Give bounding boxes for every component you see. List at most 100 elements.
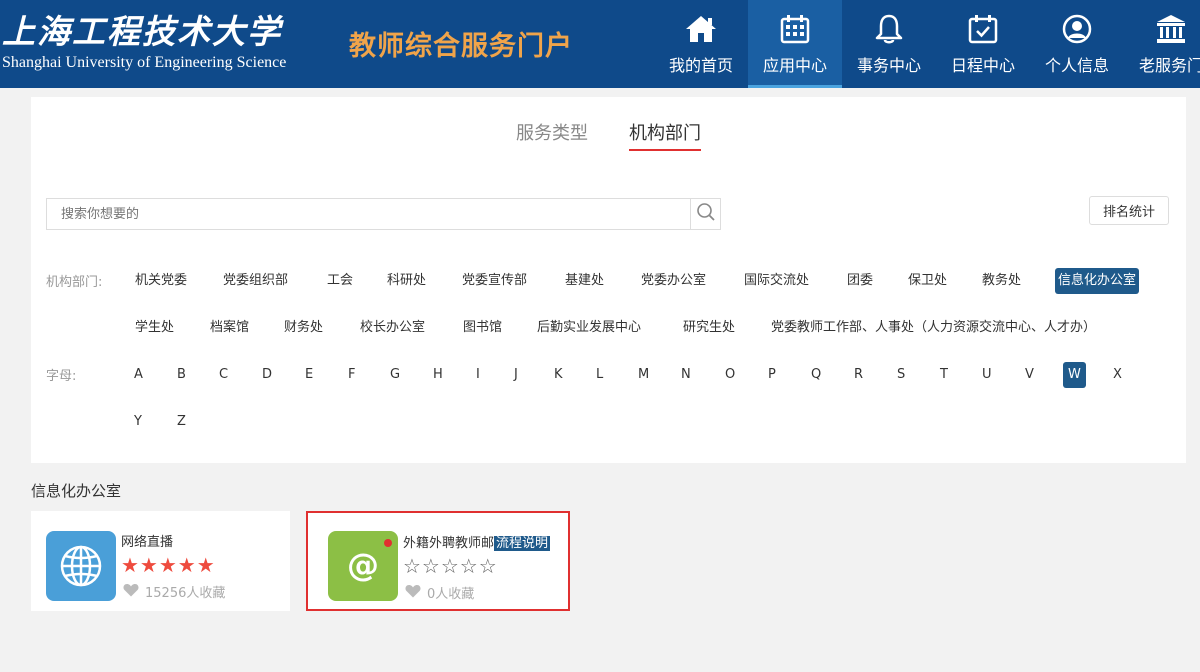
nav-item-old-portal[interactable]: 老服务门 bbox=[1124, 0, 1200, 88]
logo-english-name: Shanghai University of Engineering Scien… bbox=[2, 54, 287, 71]
nav-item-affairs[interactable]: 事务中心 bbox=[842, 0, 936, 88]
tab-department[interactable]: 机构部门 bbox=[629, 119, 702, 151]
letter-chip[interactable]: E bbox=[302, 362, 316, 388]
letter-chip[interactable]: H bbox=[430, 362, 446, 388]
portal-title: 教师综合服务门户 bbox=[349, 31, 573, 62]
dept-chip[interactable]: 科研处 bbox=[384, 268, 429, 294]
app-name[interactable]: 网络直播 bbox=[121, 531, 173, 550]
search-icon bbox=[696, 202, 716, 226]
dept-chip[interactable]: 教务处 bbox=[979, 268, 1024, 294]
app-card-live-stream[interactable]: 网络直播 ★★★★★ 15256人收藏 bbox=[31, 511, 290, 611]
dept-chip-active[interactable]: 信息化办公室 bbox=[1055, 268, 1140, 294]
dept-chip[interactable]: 图书馆 bbox=[460, 315, 505, 341]
calendar-grid-icon bbox=[778, 12, 812, 46]
dept-chip[interactable]: 机关党委 bbox=[132, 268, 190, 294]
letter-chip[interactable]: T bbox=[937, 362, 951, 388]
letter-chip[interactable]: I bbox=[473, 362, 483, 388]
letter-chip[interactable]: U bbox=[979, 362, 995, 388]
dept-chip[interactable]: 档案馆 bbox=[207, 315, 252, 341]
rating-stars: ★★★★★ bbox=[121, 553, 216, 577]
app-name[interactable]: 外籍外聘教师邮 流程说明 bbox=[403, 532, 551, 551]
letter-chip[interactable]: C bbox=[216, 362, 231, 388]
filter-panel: 服务类型 机构部门 排名统计 机构部门: 字母: 机关党委 党委组织部 工会 科… bbox=[31, 97, 1186, 463]
letter-chip[interactable]: M bbox=[635, 362, 652, 388]
tab-service-type[interactable]: 服务类型 bbox=[516, 119, 588, 149]
letter-chip[interactable]: G bbox=[387, 362, 403, 388]
dept-chip[interactable]: 党委办公室 bbox=[638, 268, 709, 294]
nav-label: 应用中心 bbox=[762, 56, 827, 75]
favorite-count[interactable]: 0人收藏 bbox=[405, 583, 474, 602]
letter-chip[interactable]: V bbox=[1022, 362, 1037, 388]
at-sign-icon: @ bbox=[328, 531, 398, 601]
letter-chip[interactable]: R bbox=[851, 362, 866, 388]
rating-stars: ☆☆☆☆☆ bbox=[403, 554, 498, 578]
letter-chip[interactable]: K bbox=[551, 362, 566, 388]
rank-statistics-button[interactable]: 排名统计 bbox=[1089, 196, 1169, 225]
top-header: 上海工程技术大学 Shanghai University of Engineer… bbox=[0, 0, 1200, 88]
university-logo[interactable]: 上海工程技术大学 Shanghai University of Engineer… bbox=[2, 12, 286, 72]
dept-chip[interactable]: 校长办公室 bbox=[357, 315, 428, 341]
letter-chip[interactable]: X bbox=[1110, 362, 1125, 388]
home-icon bbox=[684, 12, 718, 46]
dept-chip[interactable]: 保卫处 bbox=[905, 268, 950, 294]
filter-tabs: 服务类型 机构部门 bbox=[31, 119, 1186, 151]
dept-chip[interactable]: 工会 bbox=[324, 268, 356, 294]
letter-chip[interactable]: O bbox=[722, 362, 738, 388]
dept-chip[interactable]: 研究生处 bbox=[680, 315, 738, 341]
letter-chip[interactable]: B bbox=[174, 362, 189, 388]
nav-label: 个人信息 bbox=[1044, 56, 1109, 75]
nav-item-app-center[interactable]: 应用中心 bbox=[748, 0, 842, 88]
dept-chip[interactable]: 财务处 bbox=[281, 315, 326, 341]
dept-chip[interactable]: 团委 bbox=[844, 268, 876, 294]
letter-chip[interactable]: Z bbox=[174, 409, 189, 435]
letter-chip[interactable]: Y bbox=[131, 409, 145, 435]
letter-chip[interactable]: P bbox=[765, 362, 779, 388]
favorite-count[interactable]: 15256人收藏 bbox=[123, 582, 225, 601]
letter-chip[interactable]: Q bbox=[808, 362, 824, 388]
letter-chip[interactable]: D bbox=[259, 362, 275, 388]
letter-chip-active[interactable]: W bbox=[1063, 362, 1086, 388]
app-card-foreign-teacher-email[interactable]: @ 外籍外聘教师邮 流程说明 ☆☆☆☆☆ 0人收藏 bbox=[306, 511, 570, 611]
heart-icon bbox=[123, 583, 139, 601]
heart-icon bbox=[405, 584, 421, 602]
letter-filter-label: 字母: bbox=[46, 369, 77, 384]
bell-icon bbox=[872, 12, 906, 46]
new-badge-dot bbox=[384, 539, 392, 547]
dept-chip[interactable]: 党委组织部 bbox=[220, 268, 291, 294]
favorite-count-text: 0人收藏 bbox=[427, 587, 475, 602]
nav-item-schedule[interactable]: 日程中心 bbox=[936, 0, 1030, 88]
letter-chip[interactable]: A bbox=[131, 362, 146, 388]
app-name-text: 外籍外聘教师邮 bbox=[403, 536, 495, 551]
dept-chip[interactable]: 学生处 bbox=[132, 315, 177, 341]
nav-label: 日程中心 bbox=[950, 56, 1015, 75]
letter-chip[interactable]: J bbox=[511, 362, 521, 388]
letter-chip[interactable]: N bbox=[678, 362, 694, 388]
svg-text:@: @ bbox=[347, 546, 379, 584]
search-box bbox=[46, 198, 721, 230]
results-section-title: 信息化办公室 bbox=[31, 482, 122, 500]
nav-label: 我的首页 bbox=[668, 56, 733, 75]
dept-chip[interactable]: 后勤实业发展中心 bbox=[534, 315, 644, 341]
nav-label: 老服务门 bbox=[1138, 56, 1200, 75]
search-button[interactable] bbox=[690, 199, 720, 229]
nav-label: 事务中心 bbox=[856, 56, 921, 75]
dept-chip[interactable]: 党委教师工作部、人事处（人力资源交流中心、人才办） bbox=[768, 315, 1099, 341]
letter-chip[interactable]: S bbox=[894, 362, 908, 388]
department-filter-label: 机构部门: bbox=[46, 275, 103, 290]
nav-item-home[interactable]: 我的首页 bbox=[654, 0, 748, 88]
main-nav: 我的首页 应用中心 事务中心 日程中心 个人信息 老服务门 bbox=[654, 0, 1200, 88]
user-circle-icon bbox=[1060, 12, 1094, 46]
dept-chip[interactable]: 国际交流处 bbox=[741, 268, 812, 294]
nav-item-personal-info[interactable]: 个人信息 bbox=[1030, 0, 1124, 88]
favorite-count-text: 15256人收藏 bbox=[145, 586, 226, 601]
dept-chip[interactable]: 基建处 bbox=[562, 268, 607, 294]
letter-chip[interactable]: L bbox=[593, 362, 606, 388]
process-guide-link[interactable]: 流程说明 bbox=[494, 536, 551, 551]
search-input[interactable] bbox=[47, 199, 690, 229]
letter-chip[interactable]: F bbox=[345, 362, 358, 388]
logo-chinese-name: 上海工程技术大学 bbox=[2, 12, 282, 51]
globe-icon bbox=[46, 531, 116, 601]
calendar-check-icon bbox=[966, 12, 1000, 46]
dept-chip[interactable]: 党委宣传部 bbox=[459, 268, 530, 294]
bank-icon bbox=[1154, 12, 1188, 46]
